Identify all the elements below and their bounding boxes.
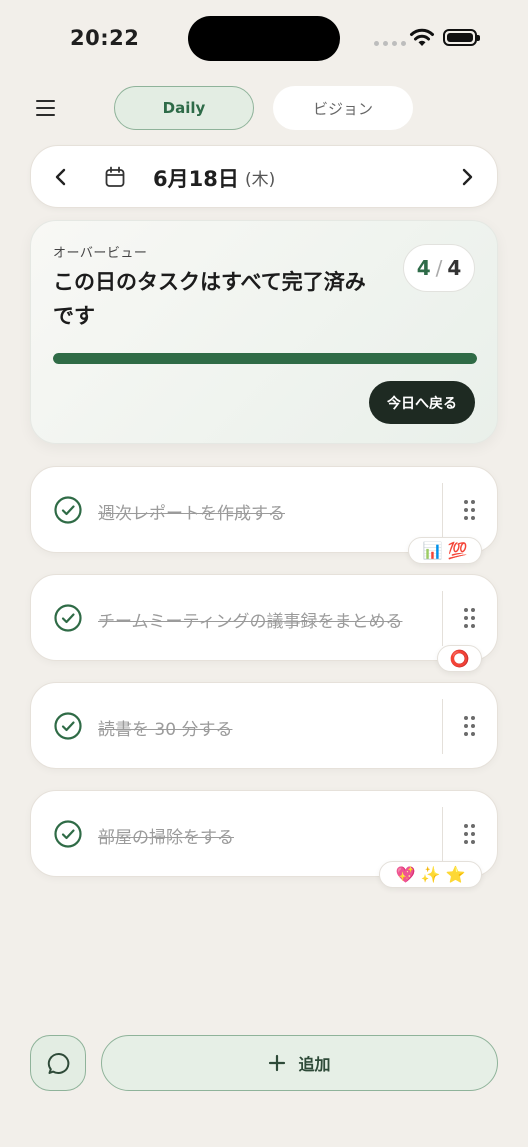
status-bar: 20:22	[0, 0, 528, 80]
completion-count-badge: 4 / 4	[403, 244, 475, 292]
task-reactions[interactable]: 💖 ✨ ⭐	[379, 861, 482, 888]
check-circle-icon[interactable]	[53, 603, 83, 633]
plus-icon	[269, 1054, 286, 1072]
menu-button[interactable]	[30, 92, 62, 124]
tab-daily[interactable]: Daily	[114, 86, 254, 130]
progress-bar	[53, 353, 477, 364]
current-weekday: (木)	[245, 170, 276, 190]
divider	[442, 807, 443, 862]
cellular-signal-icon	[374, 41, 406, 46]
overview-card: オーバービュー この日のタスクはすべて完了済みです 4 / 4 今日へ戻る	[30, 220, 498, 444]
add-button-label: 追加	[298, 1055, 331, 1074]
chat-bubble-icon	[47, 1052, 70, 1074]
divider	[442, 483, 443, 538]
total-count: 4	[447, 256, 462, 280]
drag-handle-icon[interactable]	[463, 823, 477, 845]
count-separator: /	[435, 256, 443, 280]
task-item[interactable]: チームミーティングの議事録をまとめる	[30, 574, 498, 661]
drag-handle-icon[interactable]	[463, 715, 477, 737]
task-item[interactable]: 読書を 30 分する	[30, 682, 498, 769]
app-screen: 20:22 Daily ビジョン 6月18日 (木) オーバービュー この日のタ…	[0, 0, 528, 1147]
task-reactions[interactable]: ⭕	[437, 645, 482, 672]
divider	[442, 699, 443, 754]
current-date[interactable]: 6月18日	[153, 163, 239, 193]
date-navigator: 6月18日 (木)	[30, 145, 498, 208]
clock: 20:22	[70, 26, 140, 50]
task-title: 読書を 30 分する	[98, 720, 233, 740]
battery-icon	[443, 29, 480, 46]
chat-button[interactable]	[30, 1035, 86, 1091]
drag-handle-icon[interactable]	[463, 499, 477, 521]
back-to-today-button[interactable]: 今日へ戻る	[369, 381, 475, 424]
task-title: 部屋の掃除をする	[98, 828, 234, 848]
check-circle-icon[interactable]	[53, 711, 83, 741]
task-title: チームミーティングの議事録をまとめる	[98, 612, 403, 632]
add-task-button[interactable]: 追加	[101, 1035, 498, 1091]
dynamic-island	[188, 16, 340, 61]
overview-label: オーバービュー	[53, 246, 148, 261]
progress-fill	[53, 353, 477, 364]
check-circle-icon[interactable]	[53, 495, 83, 525]
drag-handle-icon[interactable]	[463, 607, 477, 629]
done-count: 4	[416, 256, 431, 280]
calendar-icon[interactable]	[104, 166, 126, 188]
chevron-right-icon[interactable]	[454, 164, 480, 190]
overview-title: この日のタスクはすべて完了済みです	[53, 270, 366, 328]
check-circle-icon[interactable]	[53, 819, 83, 849]
divider	[442, 591, 443, 646]
wifi-icon	[410, 28, 434, 46]
chevron-left-icon[interactable]	[48, 164, 74, 190]
task-title: 週次レポートを作成する	[98, 504, 285, 524]
task-reactions[interactable]: 📊 💯	[408, 537, 482, 564]
tab-vision[interactable]: ビジョン	[273, 86, 413, 130]
